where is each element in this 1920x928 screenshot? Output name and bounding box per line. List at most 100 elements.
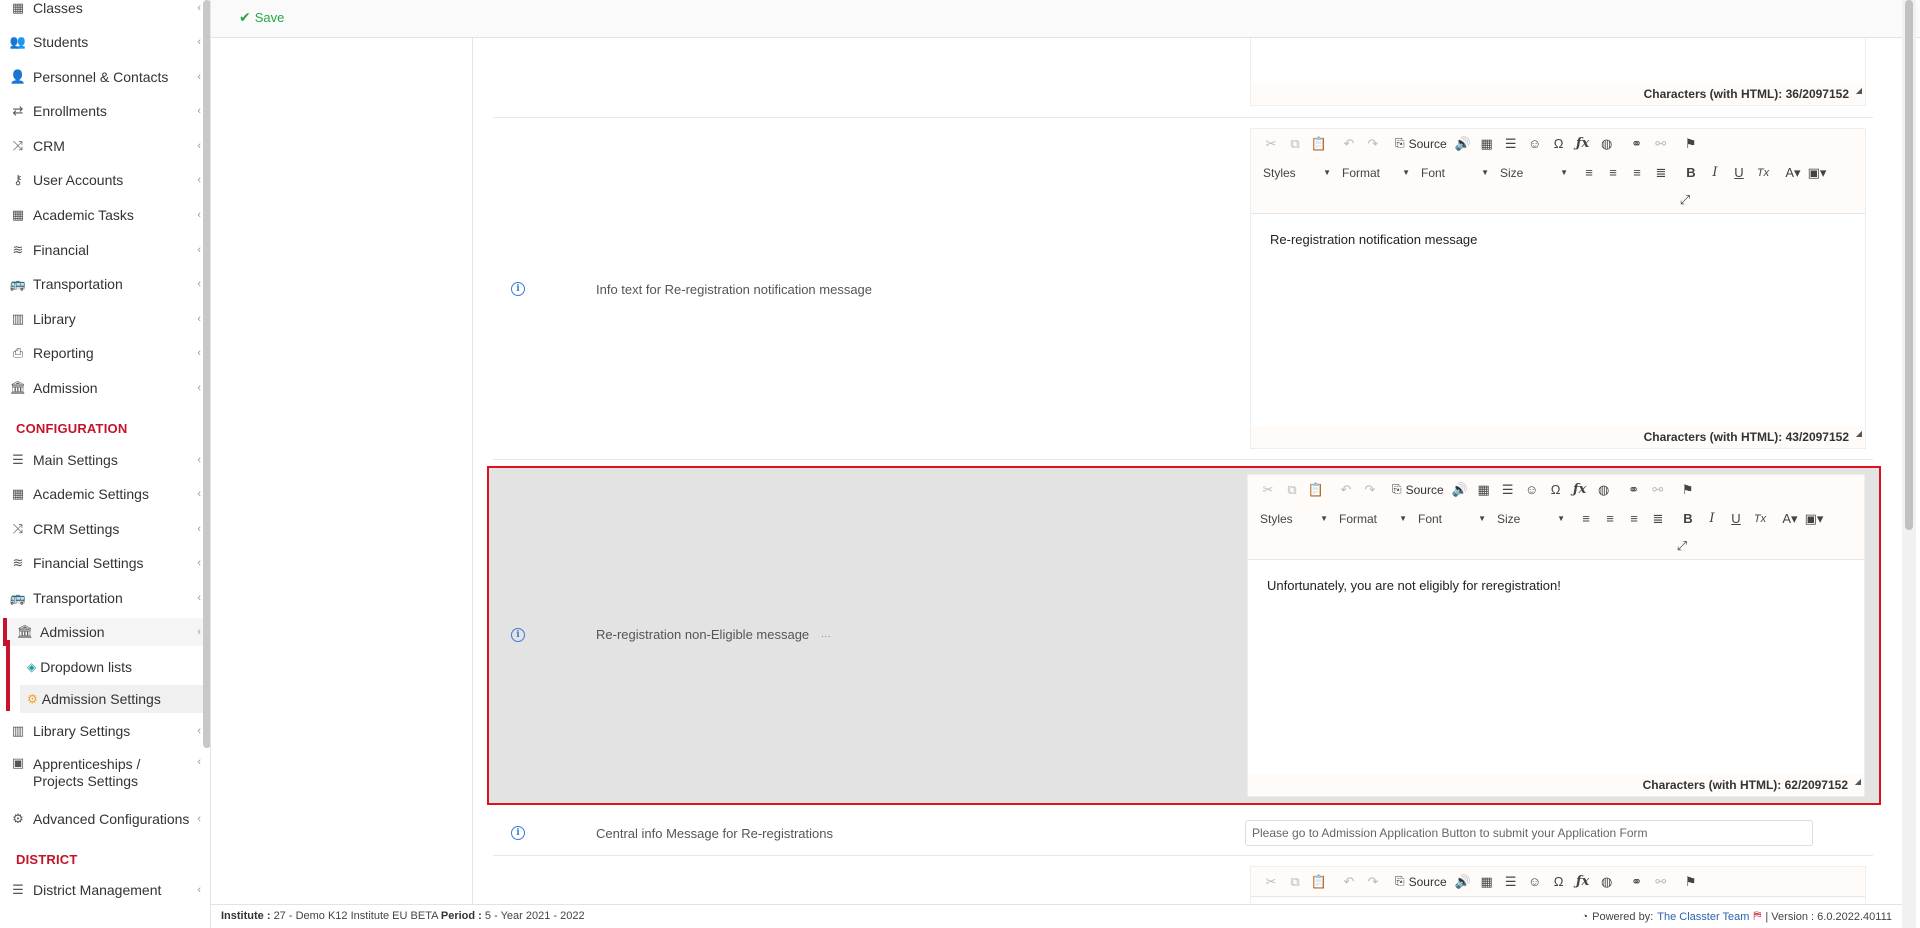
flag-icon[interactable]: ⚑ xyxy=(1679,132,1703,156)
sidebar-item-label: District Management xyxy=(33,881,162,898)
source-icon: ⎘ xyxy=(1395,136,1405,150)
sidebar-item-students[interactable]: 👥 Students ‹ xyxy=(0,28,203,56)
undo-icon[interactable]: ↶ xyxy=(1337,870,1361,894)
audio-icon[interactable]: 🔊 xyxy=(1451,132,1475,156)
sidebar-item-library[interactable]: ▥ Library ‹ xyxy=(0,305,203,333)
sidebar-scrollbar[interactable] xyxy=(203,0,210,748)
sidebar-item-crm[interactable]: ⤨ CRM ‹ xyxy=(0,132,203,160)
omega-icon[interactable]: Ω xyxy=(1547,132,1571,156)
paste-icon[interactable]: 📋 xyxy=(1307,132,1331,156)
sidebar-item-label: CRM xyxy=(33,137,65,154)
sidebar-subitem-dropdown-lists[interactable]: ◈ Dropdown lists xyxy=(20,653,203,681)
table-icon[interactable]: ▦ xyxy=(1475,132,1499,156)
content-gutter xyxy=(211,38,473,904)
sidebar-item-main-settings[interactable]: ☰ Main Settings ‹ xyxy=(0,446,203,474)
cut-icon[interactable]: ✂ xyxy=(1259,870,1283,894)
sidebar-item-admission[interactable]: 🏛 Admission ‹ xyxy=(3,618,203,646)
classter-team-link[interactable]: The Classter Team xyxy=(1657,911,1749,923)
redo-icon[interactable]: ↷ xyxy=(1361,870,1385,894)
text-color-icon[interactable]: A▾ xyxy=(1781,161,1805,185)
editor-content[interactable]: Re-registration notification message xyxy=(1251,214,1865,265)
link-icon[interactable]: ⚭ xyxy=(1625,132,1649,156)
resize-icon[interactable]: ◢ xyxy=(1856,423,1862,445)
sidebar-item-personnel-contacts[interactable]: 👤 Personnel & Contacts ‹ xyxy=(0,63,203,91)
sidebar-item-user-accounts[interactable]: ⚷ User Accounts ‹ xyxy=(0,166,203,194)
central-info-input[interactable]: Please go to Admission Application Butto… xyxy=(1245,820,1813,846)
maximize-icon[interactable]: ⤢ xyxy=(1673,188,1697,212)
sidebar-item-financial-settings[interactable]: ≋ Financial Settings ‹ xyxy=(0,549,203,577)
sidebar-item-classes[interactable]: ▦ Classes ‹ xyxy=(0,0,203,22)
sidebar-item-label: Transportation xyxy=(33,589,123,606)
top-bar: ✔ Save xyxy=(211,0,1920,38)
align-left-icon[interactable]: ≡ xyxy=(1577,161,1601,185)
redo-icon[interactable]: ↷ xyxy=(1361,132,1385,156)
info-icon[interactable]: i xyxy=(511,826,525,840)
copy-icon[interactable]: ⧉ xyxy=(1283,870,1307,894)
save-button[interactable]: ✔ Save xyxy=(239,9,284,26)
horizontal-line-icon[interactable]: ☰ xyxy=(1499,132,1523,156)
sidebar-item-label: Library Settings xyxy=(33,722,131,739)
smiley-icon[interactable]: ☺ xyxy=(1523,132,1547,156)
sidebar-item-crm-settings[interactable]: ⤨ CRM Settings ‹ xyxy=(0,515,203,543)
sidebar-subitem-admission-settings[interactable]: ⚙ Admission Settings xyxy=(20,685,203,713)
size-dropdown[interactable]: Size ▼ xyxy=(1496,162,1572,184)
align-right-icon[interactable]: ≡ xyxy=(1625,161,1649,185)
char-counter: Characters (with HTML): 43/2097152 ◢ xyxy=(1251,426,1865,448)
sidebar-item-district-management[interactable]: ☰ District Management ‹ xyxy=(0,876,203,904)
undo-icon[interactable]: ↶ xyxy=(1337,132,1361,156)
info-icon[interactable]: i xyxy=(511,282,525,296)
resize-icon[interactable]: ◢ xyxy=(1856,80,1862,102)
styles-dropdown[interactable]: Styles ▼ xyxy=(1259,162,1335,184)
cut-icon[interactable]: ✂ xyxy=(1259,132,1283,156)
main-scrollbar[interactable] xyxy=(1902,0,1916,928)
sidebar-item-reporting[interactable]: ⎙ Reporting ‹ xyxy=(0,339,203,367)
justify-icon[interactable]: ≣ xyxy=(1649,161,1673,185)
sidebar-item-library-settings[interactable]: ▥ Library Settings ‹ xyxy=(0,717,203,745)
sidebar-item-enrollments[interactable]: ⇄ Enrollments ‹ xyxy=(0,97,203,125)
unlink-icon[interactable]: ⚯ xyxy=(1649,132,1673,156)
font-dropdown[interactable]: Font ▼ xyxy=(1417,162,1493,184)
audio-icon[interactable]: 🔊 xyxy=(1451,870,1475,894)
horizontal-line-icon[interactable]: ☰ xyxy=(1499,870,1523,894)
bg-color-icon[interactable]: ▣▾ xyxy=(1805,161,1829,185)
library-icon: ▥ xyxy=(11,723,25,738)
globe-icon[interactable]: ◍ xyxy=(1595,870,1619,894)
paste-icon[interactable]: 📋 xyxy=(1307,870,1331,894)
rich-editor-2[interactable]: ✂ ⧉ 📋 ↶ ↷ ⎘ Source 🔊 ▦ ☰ ☺ Ωƒx ◍ ⚭ ⚯ ⚑ Styles ▼ Format ▼ Fon… xyxy=(1250,128,1866,449)
link-icon[interactable]: ⚭ xyxy=(1625,870,1649,894)
chevron-icon: ‹ xyxy=(197,626,201,638)
unlink-icon[interactable]: ⚯ xyxy=(1649,870,1673,894)
format-dropdown[interactable]: Format ▼ xyxy=(1338,162,1414,184)
omega-icon[interactable]: Ω xyxy=(1547,870,1571,894)
sidebar-item-academic-settings[interactable]: ▦ Academic Settings ‹ xyxy=(0,480,203,508)
sidebar-item-transportation[interactable]: 🚌 Transportation ‹ xyxy=(0,270,203,298)
underline-icon[interactable]: U xyxy=(1727,161,1751,185)
rich-editor-4[interactable]: ✂ ⧉ 📋 ↶ ↷ ⎘ Source 🔊 ▦ ☰ ☺ Ωƒx ◍ ⚭ ⚯ ⚑ xyxy=(1250,866,1866,904)
sidebar-item-transportation[interactable]: 🚌 Transportation ‹ xyxy=(0,584,203,612)
source-button[interactable]: ⎘ Source xyxy=(1391,136,1451,151)
align-center-icon[interactable]: ≡ xyxy=(1601,161,1625,185)
dropdown-label: Styles xyxy=(1263,165,1296,180)
bold-icon[interactable]: B xyxy=(1679,161,1703,185)
rich-editor-1[interactable]: Characters (with HTML): 36/2097152 ◢ xyxy=(1250,38,1866,106)
copy-icon[interactable]: ⧉ xyxy=(1283,132,1307,156)
table-icon[interactable]: ▦ xyxy=(1475,870,1499,894)
flag-icon[interactable]: ⚑ xyxy=(1679,870,1703,894)
sidebar-item-advanced-configurations[interactable]: ⚙ Advanced Configurations ‹ xyxy=(0,805,203,833)
box-icon: ▣ xyxy=(11,755,25,770)
sidebar-item-label: Personnel & Contacts xyxy=(33,68,169,85)
smiley-icon[interactable]: ☺ xyxy=(1523,870,1547,894)
italic-icon[interactable]: I xyxy=(1703,161,1727,185)
formula-icon[interactable]: ƒx xyxy=(1571,132,1595,156)
bus-icon: 🚌 xyxy=(9,276,27,291)
institute-info: Institute : 27 - Demo K12 Institute EU B… xyxy=(221,910,585,922)
enrollments-icon: ⇄ xyxy=(12,103,24,118)
sidebar-item-apprenticeships-projects-settings[interactable]: ▣ Apprenticeships / Projects Settings ‹ xyxy=(0,754,203,794)
sidebar-item-academic-tasks[interactable]: ▦ Academic Tasks ‹ xyxy=(0,201,203,229)
source-button[interactable]: ⎘ Source xyxy=(1391,874,1451,889)
formula-icon[interactable]: ƒx xyxy=(1571,870,1595,894)
sidebar-item-financial[interactable]: ≋ Financial ‹ xyxy=(0,236,203,264)
sidebar-item-admission[interactable]: 🏛 Admission ‹ xyxy=(0,374,203,402)
globe-icon[interactable]: ◍ xyxy=(1595,132,1619,156)
remove-format-icon[interactable]: Tx xyxy=(1751,161,1775,185)
